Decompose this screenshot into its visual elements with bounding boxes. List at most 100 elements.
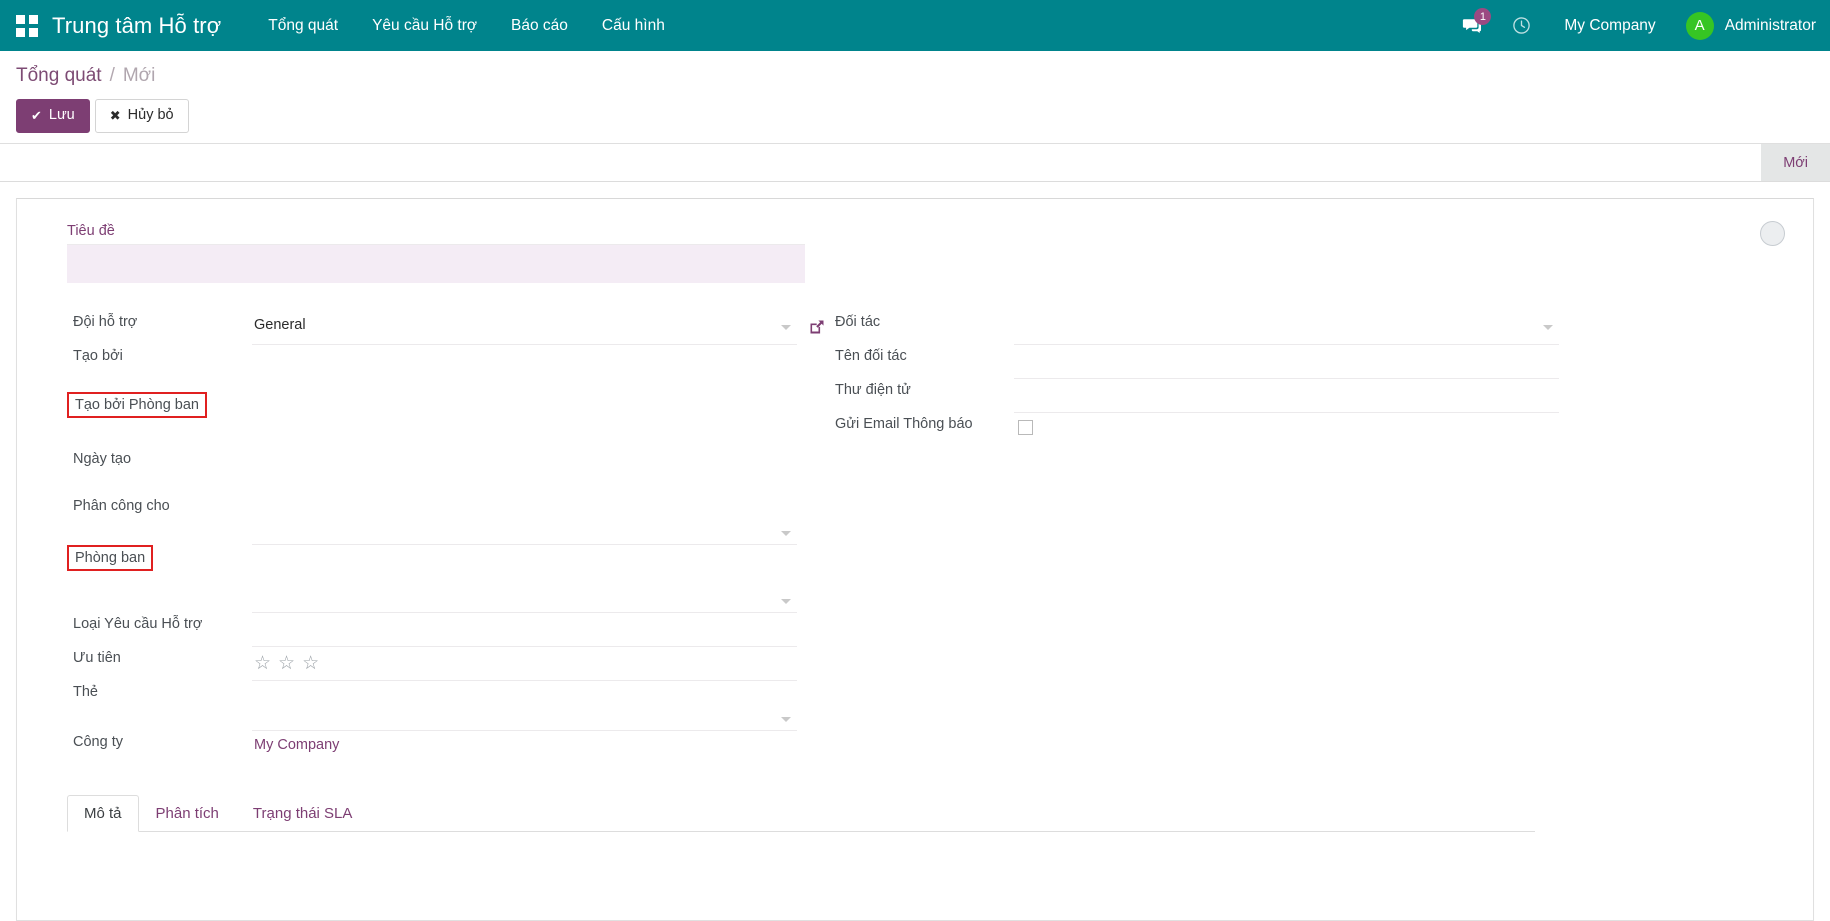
field-label-cell: Tạo bởi Phòng ban	[67, 392, 252, 448]
user-menu[interactable]: A Administrator	[1674, 11, 1816, 40]
menu-item-tickets[interactable]: Yêu cầu Hỗ trợ	[355, 0, 494, 51]
field-row-email: Thư điện tử	[829, 379, 1559, 413]
company-value-link[interactable]: My Company	[254, 737, 339, 753]
breadcrumb-current: Mới	[122, 65, 156, 86]
field-label-cell: Ưu tiên	[67, 647, 252, 681]
times-icon: ✖	[109, 108, 121, 123]
menu-item-reports[interactable]: Báo cáo	[494, 0, 585, 51]
form-sheet: Tiêu đề Đội hỗ trợ General Tạo bởi Tạo b…	[16, 198, 1814, 921]
field-value-ticket-type[interactable]	[252, 613, 797, 647]
send-email-notification-checkbox[interactable]	[1018, 419, 1033, 435]
form-group-right: Đối tác Tên đối tác Thư điện tử Gửi Emai…	[829, 311, 1559, 765]
field-label-cell: Tạo bởi	[67, 345, 252, 392]
field-label-send-email-notification: Gửi Email Thông báo	[835, 416, 973, 432]
company-switcher[interactable]: My Company	[1546, 0, 1673, 51]
chevron-down-icon[interactable]	[781, 531, 791, 536]
field-value-partner-name[interactable]	[1014, 345, 1559, 379]
save-button[interactable]: ✔ Lưu	[16, 99, 90, 133]
field-value-assigned-to[interactable]	[252, 495, 797, 545]
field-row-priority: Ưu tiên ☆ ☆ ☆	[67, 647, 797, 681]
field-row-partner-name: Tên đối tác	[829, 345, 1559, 379]
field-row-department: Phòng ban	[67, 545, 797, 613]
field-label-partner: Đối tác	[835, 314, 881, 330]
priority-stars: ☆ ☆ ☆	[254, 653, 779, 673]
field-label-cell: Thư điện tử	[829, 379, 1014, 413]
field-label-cell: Gửi Email Thông báo	[829, 413, 1014, 447]
page-title-label: Tiêu đề	[67, 223, 115, 239]
app-brand-title[interactable]: Trung tâm Hỗ trợ	[52, 13, 221, 39]
breadcrumb-root[interactable]: Tổng quát	[16, 65, 102, 87]
tab-description[interactable]: Mô tả	[67, 795, 139, 832]
field-label-department: Phòng ban	[67, 545, 154, 571]
form-group-left: Đội hỗ trợ General Tạo bởi Tạo bởi Phòng…	[67, 311, 824, 765]
messaging-menu[interactable]: 1	[1447, 0, 1497, 51]
field-label-cell: Phân công cho	[67, 495, 252, 545]
form-action-buttons: ✔ Lưu ✖ Hủy bỏ	[16, 99, 1814, 133]
field-label-created-by-department: Tạo bởi Phòng ban	[67, 392, 207, 419]
field-value-company[interactable]: My Company	[252, 731, 797, 765]
control-panel: Tổng quát / Mới ✔ Lưu ✖ Hủy bỏ	[0, 51, 1830, 144]
field-label-cell: Đội hỗ trợ	[67, 311, 252, 345]
field-value-helpdesk-team[interactable]: General	[252, 311, 824, 345]
kanban-state-circle-icon[interactable]	[1760, 221, 1785, 246]
chevron-down-icon[interactable]	[781, 325, 791, 330]
notebook-active-pane[interactable]	[67, 832, 1785, 892]
field-label-tags: Thẻ	[73, 684, 98, 700]
chevron-down-icon[interactable]	[781, 717, 791, 722]
field-value-email[interactable]	[1014, 379, 1559, 413]
field-label-partner-name: Tên đối tác	[835, 348, 907, 364]
field-label-assigned-to: Phân công cho	[73, 498, 170, 514]
save-button-label: Lưu	[48, 107, 75, 123]
statusbar: Mới	[0, 144, 1830, 182]
field-row-created-by: Tạo bởi	[67, 345, 797, 392]
messaging-count-badge: 1	[1474, 8, 1492, 25]
notebook-tabs: Mô tả Phân tích Trạng thái SLA	[67, 795, 1535, 832]
sheet-background: Tiêu đề Đội hỗ trợ General Tạo bởi Tạo b…	[0, 182, 1830, 921]
field-label-helpdesk-team: Đội hỗ trợ	[73, 314, 138, 330]
statusbar-stage-new[interactable]: Mới	[1761, 144, 1830, 181]
title-block: Tiêu đề	[67, 223, 1785, 283]
field-label-priority: Ưu tiên	[73, 650, 121, 666]
field-value-created-by-group[interactable]	[252, 345, 797, 495]
field-label-email: Thư điện tử	[835, 382, 911, 398]
field-row-helpdesk-team: Đội hỗ trợ General	[67, 311, 824, 345]
menu-item-overview[interactable]: Tổng quát	[251, 0, 355, 51]
avatar: A	[1685, 11, 1714, 40]
tab-analysis[interactable]: Phân tích	[139, 795, 236, 832]
field-value-partner[interactable]	[1014, 311, 1559, 345]
field-label-cell: Thẻ	[67, 681, 252, 731]
activity-menu[interactable]	[1497, 0, 1546, 51]
field-value-tags[interactable]	[252, 681, 797, 731]
field-row-partner: Đối tác	[829, 311, 1559, 345]
priority-star-1[interactable]: ☆	[254, 654, 271, 673]
notebook: Mô tả Phân tích Trạng thái SLA	[67, 795, 1785, 892]
field-label-cell: Loại Yêu cầu Hỗ trợ	[67, 613, 252, 647]
chevron-down-icon[interactable]	[781, 599, 791, 604]
field-label-created-by: Tạo bởi	[73, 348, 123, 364]
user-name-label: Administrator	[1724, 16, 1816, 34]
field-label-cell: Ngày tạo	[67, 448, 252, 495]
breadcrumb-separator: /	[109, 65, 115, 86]
field-label-company: Công ty	[73, 734, 123, 750]
field-value-send-email-notification	[1014, 413, 1559, 447]
breadcrumb: Tổng quát / Mới	[16, 65, 1814, 87]
field-label-cell: Phòng ban	[67, 545, 252, 613]
chevron-down-icon[interactable]	[1543, 325, 1553, 330]
field-row-company: Công ty My Company	[67, 731, 797, 765]
field-value-department[interactable]	[252, 545, 797, 613]
menu-item-configuration[interactable]: Cấu hình	[585, 0, 682, 51]
priority-star-3[interactable]: ☆	[302, 654, 319, 673]
priority-star-2[interactable]: ☆	[278, 654, 295, 673]
field-label-cell: Công ty	[67, 731, 252, 765]
helpdesk-team-value: General	[254, 317, 306, 333]
form-groups: Đội hỗ trợ General Tạo bởi Tạo bởi Phòng…	[67, 311, 1785, 765]
title-input[interactable]	[67, 245, 805, 283]
field-label-cell: Đối tác	[829, 311, 1014, 345]
internal-link-icon[interactable]	[807, 317, 827, 337]
field-value-priority: ☆ ☆ ☆	[252, 647, 797, 681]
apps-grid-icon[interactable]	[16, 14, 38, 37]
main-menu: Tổng quát Yêu cầu Hỗ trợ Báo cáo Cấu hìn…	[251, 0, 682, 51]
field-row-ticket-type: Loại Yêu cầu Hỗ trợ	[67, 613, 797, 647]
tab-sla-status[interactable]: Trạng thái SLA	[236, 795, 370, 832]
discard-button[interactable]: ✖ Hủy bỏ	[94, 99, 189, 133]
